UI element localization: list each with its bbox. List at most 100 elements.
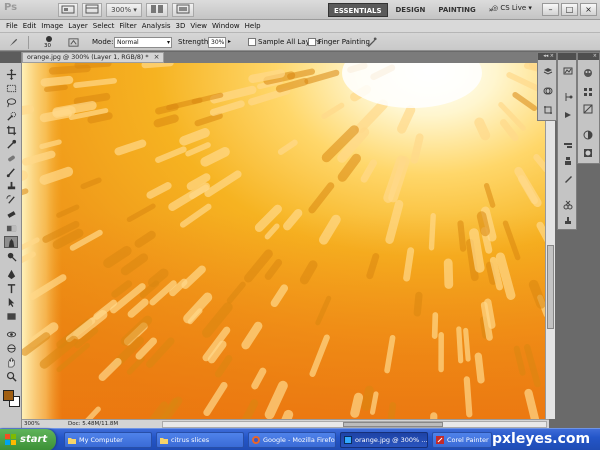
eraser-tool-icon <box>6 210 16 218</box>
taskbar-item-firefox[interactable]: Google - Mozilla Firefox <box>248 432 336 448</box>
panel-collapse-header[interactable] <box>558 53 576 60</box>
paths-panel-button[interactable] <box>542 104 554 116</box>
brush-picker[interactable]: 30 <box>42 35 56 50</box>
move-tool-icon <box>6 68 16 80</box>
path-selection-tool-button[interactable] <box>4 296 18 308</box>
sample-all-layers-checkbox[interactable] <box>248 38 256 46</box>
move-tool-button[interactable] <box>4 68 18 80</box>
gradient-tool-button[interactable] <box>4 222 18 234</box>
channels-panel-button[interactable] <box>542 85 554 97</box>
adjustments-panel-button[interactable] <box>582 129 594 141</box>
crop-tool-button[interactable] <box>4 124 18 136</box>
menu-select[interactable]: Select <box>93 20 120 32</box>
document-tab[interactable]: orange.jpg @ 300% (Layer 1, RGB/8) * × <box>22 52 164 63</box>
workspace-design[interactable]: DESIGN <box>391 3 431 17</box>
finger-painting-checkbox[interactable] <box>308 38 316 46</box>
vertical-scroll-thumb[interactable] <box>547 245 554 329</box>
menu-window[interactable]: Window <box>212 20 245 32</box>
3d-orbit-tool-button[interactable] <box>4 342 18 354</box>
brush-panel-toggle[interactable] <box>66 36 80 48</box>
mode-select[interactable]: Normal ▾ <box>114 37 172 48</box>
color-swatches[interactable] <box>3 390 21 408</box>
painter-icon <box>436 436 444 444</box>
quick-selection-tool-button[interactable] <box>4 110 18 122</box>
spot-healing-tool-button[interactable] <box>4 152 18 164</box>
workspace-painting[interactable]: PAINTING <box>433 3 480 17</box>
maximize-button[interactable]: □ <box>561 3 578 16</box>
history-brush-tool-button[interactable] <box>4 194 18 206</box>
panel-collapse-header[interactable]: × <box>578 53 599 60</box>
document-tab-close-icon[interactable]: × <box>154 53 160 62</box>
cs-live-menu[interactable]: ◎ CS Live ▾ <box>492 4 532 12</box>
arrange-documents-button[interactable] <box>146 3 168 17</box>
history-panel-button[interactable] <box>562 91 574 103</box>
taskbar-item-corel-painter[interactable]: Corel Painter <box>432 432 492 448</box>
brush-size-value: 30 <box>44 43 51 49</box>
color-panel-button[interactable] <box>582 67 594 79</box>
taskbar-item-my-computer[interactable]: My Computer <box>64 432 152 448</box>
brush-tool-button[interactable] <box>4 166 18 178</box>
pulp-streak-dark <box>155 103 179 115</box>
menu-edit[interactable]: Edit <box>23 20 42 32</box>
bridge-button[interactable] <box>58 3 78 17</box>
menu-file[interactable]: File <box>6 20 23 32</box>
hand-tool-button[interactable] <box>4 356 18 368</box>
brushes-panel-button[interactable] <box>562 139 574 151</box>
eraser-tool-button[interactable] <box>4 208 18 220</box>
pulp-streak-light <box>350 392 364 418</box>
clone-stamp-tool-button[interactable] <box>4 180 18 192</box>
pulp-streak-light <box>463 327 471 362</box>
menu-layer[interactable]: Layer <box>68 20 93 32</box>
pen-tool-button[interactable] <box>4 268 18 280</box>
info-panel-button[interactable] <box>562 215 574 227</box>
lasso-tool-button[interactable] <box>4 96 18 108</box>
strength-slider-toggle[interactable]: ▸ <box>228 38 231 45</box>
minimize-button[interactable]: – <box>542 3 559 16</box>
tools-panel-header[interactable] <box>0 52 21 63</box>
mini-bridge-button[interactable] <box>82 3 102 17</box>
horizontal-scroll-thumb[interactable] <box>343 422 443 427</box>
marquee-tool-icon <box>6 84 16 92</box>
menu-filter[interactable]: Filter <box>119 20 141 32</box>
screen-mode-button[interactable] <box>172 3 194 17</box>
swatches-panel-button[interactable] <box>582 86 594 98</box>
taskbar-item-citrus-slices[interactable]: citrus slices <box>156 432 244 448</box>
smudge-tool-button[interactable] <box>4 236 18 248</box>
start-button[interactable]: start <box>0 429 56 450</box>
rectangle-tool-button[interactable] <box>4 310 18 322</box>
histogram-panel-button[interactable] <box>562 65 574 77</box>
3d-rotate-tool-button[interactable] <box>4 328 18 340</box>
pulp-streak-dark <box>361 385 374 411</box>
strength-field[interactable]: 30% <box>208 37 226 48</box>
type-tool-button[interactable] <box>4 282 18 294</box>
masks-panel-button[interactable] <box>582 147 594 159</box>
navigator-panel-button[interactable] <box>562 199 574 211</box>
workspace-essentials[interactable]: ESSENTIALS <box>328 3 388 17</box>
styles-panel-button[interactable] <box>582 103 594 115</box>
menu-help[interactable]: Help <box>245 20 266 32</box>
color-palette-icon <box>584 69 592 77</box>
menu-image[interactable]: Image <box>41 20 68 32</box>
panel-collapse-header[interactable]: ◂◂ × <box>538 53 556 60</box>
menu-analysis[interactable]: Analysis <box>142 20 176 32</box>
pxleyes-watermark: pxleyes.com <box>492 431 591 447</box>
menu-view[interactable]: View <box>190 20 212 32</box>
layers-panel-button[interactable] <box>542 65 554 77</box>
marquee-tool-button[interactable] <box>4 82 18 94</box>
tool-presets-panel-button[interactable] <box>562 173 574 185</box>
zoom-level-select[interactable]: 300% ▾ <box>106 3 142 17</box>
eyedropper-tool-button[interactable] <box>4 138 18 150</box>
actions-panel-button[interactable] <box>562 109 574 121</box>
chevron-down-icon: ▾ <box>166 39 170 46</box>
pressure-toggle-button[interactable] <box>364 36 378 48</box>
menu-3d[interactable]: 3D <box>176 20 191 32</box>
document-canvas[interactable] <box>22 63 545 419</box>
horizontal-scrollbar[interactable] <box>162 421 547 428</box>
clone-source-panel-button[interactable] <box>562 155 574 167</box>
zoom-tool-button[interactable] <box>4 370 18 382</box>
tool-preset-picker[interactable] <box>6 36 20 48</box>
close-button[interactable]: × <box>580 3 597 16</box>
taskbar-item-photoshop[interactable]: orange.jpg @ 300% ... <box>340 432 428 448</box>
dodge-tool-button[interactable] <box>4 250 18 262</box>
foreground-color-swatch[interactable] <box>3 390 14 401</box>
